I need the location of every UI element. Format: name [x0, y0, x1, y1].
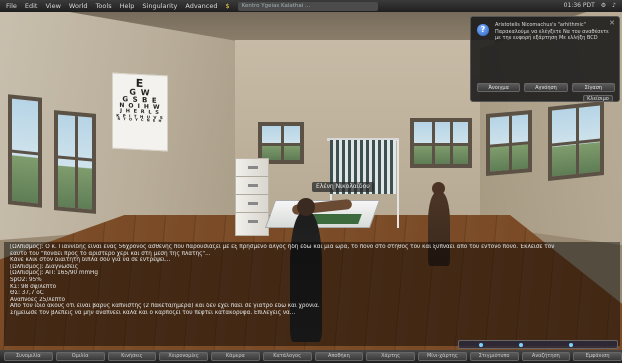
chat-line: Κάνε κλικ στον διαιτητή δίπλα σου για να…	[10, 257, 171, 264]
chat-line: Από τον ίδιο ακούς ότι είναι βαρύς καπνι…	[10, 303, 320, 310]
currency-icon[interactable]: $	[225, 0, 229, 12]
minimap-strip[interactable]	[458, 340, 618, 349]
filing-cabinet[interactable]	[235, 158, 269, 236]
menu-edit[interactable]: Edit	[25, 0, 38, 12]
notification-ignore-button[interactable]: Αγνόηση	[524, 83, 568, 92]
gear-icon[interactable]: ⚙	[601, 0, 606, 12]
chat-line: Σημείωσε τον βλέπεις να μην αναπνέει καλ…	[10, 309, 296, 316]
menu-world[interactable]: World	[69, 0, 88, 12]
chat-line: ΘΣ: 37,7 οC	[10, 290, 44, 297]
minimap-dot	[569, 343, 573, 347]
toolbar-chat-button[interactable]: Συνομιλία	[4, 352, 53, 361]
chat-line: [Ωλπισμός]: Διαγνώσεις	[10, 263, 79, 270]
chat-line: ΚΣ: 98 σφ/λεπτό	[10, 283, 57, 290]
chat-line: SpO2: 95%	[10, 276, 42, 283]
notification-mute-button[interactable]: Σίγαση	[571, 83, 615, 92]
toolbar-appearance-button[interactable]: Εμφάνιση	[573, 352, 622, 361]
menu-view[interactable]: View	[45, 0, 60, 12]
chat-line: Αναπνοές 25/λεπτό	[10, 296, 66, 303]
chat-history-overlay: [Ωλπισμός]: Ο κ. Γιαννίδης είναι ένας 56…	[4, 242, 620, 346]
menu-file[interactable]: File	[6, 0, 17, 12]
avatar-name-tag: Ελένη Νικολαΐδου	[312, 182, 374, 192]
eye-chart[interactable]: E G W G S B E N O I H W J H E R L S K P …	[112, 72, 168, 152]
toolbar-directory-button[interactable]: Κατάλογος	[262, 352, 312, 361]
toolbar-snapshot-button[interactable]: Στιγμιότυπο	[469, 352, 519, 361]
window-left-1	[8, 94, 42, 208]
window-left-2	[54, 110, 96, 214]
window-right-1	[486, 109, 532, 177]
window-right-2	[548, 101, 604, 181]
menu-singularity[interactable]: Singularity	[142, 0, 177, 12]
menu-help[interactable]: Help	[120, 0, 135, 12]
toolbar-movement-button[interactable]: Κινήσεις	[107, 352, 157, 361]
notification-close-button[interactable]: Κλείσιμο	[583, 95, 613, 102]
window-back-2	[410, 118, 472, 168]
screen-leg	[397, 140, 399, 228]
info-icon: ?	[477, 24, 489, 36]
eye-chart-row: R T O Y C N E H	[117, 116, 163, 124]
toolbar-speak-button[interactable]: Ομιλία	[55, 352, 105, 361]
notification-text: Aristotelis Nicomachus's "arhithmic" Παρ…	[495, 22, 609, 41]
minimap-dot	[519, 343, 523, 347]
toolbar-minimap-button[interactable]: Μίνι-χάρτης	[418, 352, 467, 361]
clock: 01:36 PDT	[563, 2, 595, 9]
chat-line: [Ωλπισμός]: ΑΠ: 165/90 mmHg	[10, 270, 98, 277]
minimap-dot	[479, 343, 483, 347]
location-bar[interactable]: Kentro Ygeias Kalathai ...	[237, 1, 378, 11]
toolbar-map-button[interactable]: Χάρτης	[366, 352, 415, 361]
chat-line: εαυτό του "πονάει προς το αριστερό χέρι …	[10, 250, 211, 257]
top-menu-bar: File Edit View World Tools Help Singular…	[0, 0, 622, 12]
toolbar-search-button[interactable]: Αναζήτηση	[521, 352, 571, 361]
volume-icon[interactable]: ♪	[612, 0, 616, 12]
menu-advanced[interactable]: Advanced	[185, 0, 217, 12]
toolbar-inventory-button[interactable]: Αποθήκη	[314, 352, 364, 361]
toolbar-gestures-button[interactable]: Χειρονομίες	[159, 352, 208, 361]
notification-open-button[interactable]: Άνοιγμα	[477, 83, 521, 92]
notification-panel: ? ✕ Aristotelis Nicomachus's "arhithmic"…	[470, 16, 620, 102]
menu-tools[interactable]: Tools	[96, 0, 112, 12]
bottom-toolbar: Συνομιλία Ομιλία Κινήσεις Χειρονομίες Κά…	[0, 350, 622, 363]
chat-line: [Ωλπισμός]: Ο κ. Γιαννίδης είναι ένας 56…	[10, 244, 555, 250]
toolbar-camera-button[interactable]: Κάμερα	[211, 352, 260, 361]
